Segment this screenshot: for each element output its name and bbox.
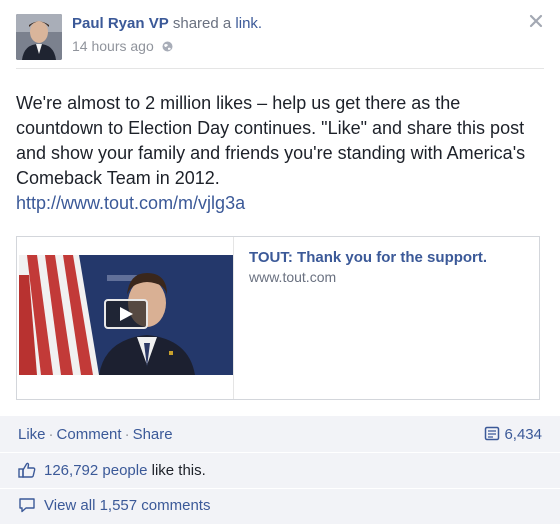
attachment-domain: www.tout.com	[249, 269, 337, 285]
avatar[interactable]	[16, 14, 62, 60]
action-bar: Like · Comment · Share 6,434	[0, 416, 560, 452]
header-divider	[16, 68, 544, 69]
message-link[interactable]: http://www.tout.com/m/vjlg3a	[16, 191, 546, 216]
like-button[interactable]: Like	[18, 426, 46, 443]
video-thumbnail[interactable]	[19, 255, 233, 375]
timestamp[interactable]: 14 hours ago	[72, 38, 154, 54]
shared-object-link[interactable]: link.	[235, 15, 262, 32]
share-count-value: 6,434	[504, 426, 542, 443]
feed-story: Paul Ryan VP shared a link. 14 hours ago…	[0, 0, 560, 524]
attachment-divider	[233, 237, 234, 399]
row-divider	[0, 452, 560, 453]
likes-suffix: like this.	[151, 462, 206, 479]
share-button[interactable]: Share	[133, 426, 173, 443]
story-meta: 14 hours ago	[72, 38, 173, 54]
comment-bubble-icon	[19, 498, 35, 513]
view-all-comments-link[interactable]: View all 1,557 comments	[44, 497, 210, 514]
thumbs-up-icon	[18, 462, 36, 478]
ufi-panel: Like · Comment · Share 6,434 126,792 people …	[0, 416, 560, 524]
likes-row: 126,792 people like this.	[0, 454, 560, 488]
post-message: We're almost to 2 million likes – help u…	[16, 91, 546, 216]
author-name[interactable]: Paul Ryan VP	[72, 15, 169, 32]
story-verb: shared a	[172, 15, 232, 32]
play-icon[interactable]	[104, 299, 148, 329]
comment-button[interactable]: Comment	[57, 426, 122, 443]
separator: ·	[48, 426, 54, 443]
action-links: Like · Comment · Share	[18, 426, 173, 443]
separator: ·	[124, 426, 130, 443]
message-text: We're almost to 2 million likes – help u…	[16, 93, 526, 188]
link-attachment[interactable]: TOUT: Thank you for the support. www.tou…	[16, 236, 540, 400]
attachment-title[interactable]: TOUT: Thank you for the support.	[249, 249, 487, 266]
story-header: Paul Ryan VP shared a link.	[72, 15, 262, 32]
share-count[interactable]: 6,434	[484, 426, 542, 443]
close-icon[interactable]	[526, 11, 546, 31]
shares-icon	[485, 426, 500, 441]
comments-row: View all 1,557 comments	[0, 489, 560, 524]
globe-icon[interactable]	[162, 39, 173, 52]
likers-link[interactable]: 126,792 people	[44, 462, 147, 479]
